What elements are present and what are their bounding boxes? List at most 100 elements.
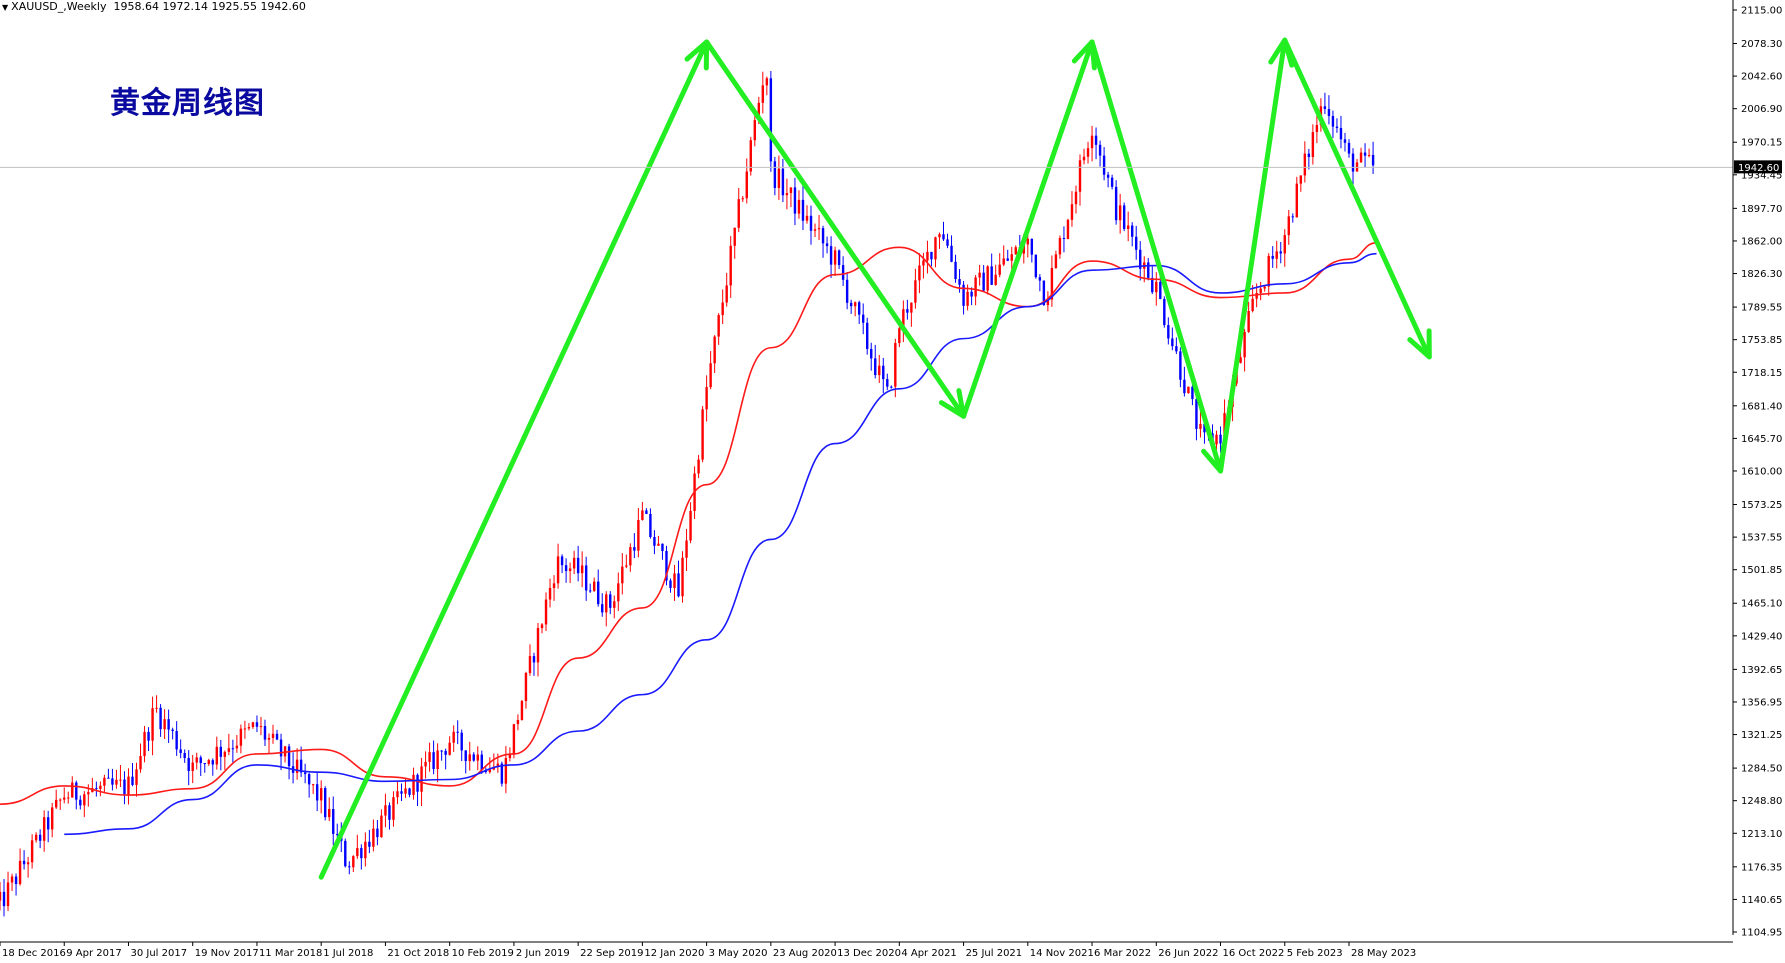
candle-body xyxy=(247,727,251,729)
candle-body xyxy=(512,724,516,755)
candle-body xyxy=(432,752,435,770)
candle-body xyxy=(1291,216,1294,218)
candle-body xyxy=(211,760,214,765)
candle-body xyxy=(1179,351,1182,380)
candle-body xyxy=(825,243,829,247)
candle-body xyxy=(6,882,10,907)
x-tick-label: 14 Nov 2021 xyxy=(1030,948,1094,959)
x-tick-label: 10 Feb 2019 xyxy=(452,948,514,959)
candle-body xyxy=(829,246,833,265)
candle-body xyxy=(886,379,889,387)
candle-body xyxy=(966,291,969,306)
candle-body xyxy=(717,315,720,337)
x-tick-label: 23 Aug 2020 xyxy=(773,948,837,959)
candle-body xyxy=(697,459,700,474)
candle-body xyxy=(2,891,6,907)
x-tick-label: 25 Jul 2021 xyxy=(966,948,1023,959)
candle-body xyxy=(605,594,608,613)
candle-body xyxy=(1199,423,1202,429)
candle-body xyxy=(713,336,716,364)
candle-body xyxy=(516,719,520,725)
x-tick-label: 5 Feb 2023 xyxy=(1287,948,1343,959)
candle-body xyxy=(1195,399,1198,429)
y-tick-label: 1392.65 xyxy=(1741,665,1782,676)
candle-body xyxy=(123,779,126,795)
candle-body xyxy=(99,785,102,790)
candle-body xyxy=(267,737,271,740)
x-tick-label: 22 Sep 2019 xyxy=(580,948,643,959)
candle-body xyxy=(1327,109,1331,117)
candle-body xyxy=(1014,247,1017,255)
candle-body xyxy=(400,791,403,794)
y-tick-label: 2006.90 xyxy=(1741,104,1782,115)
x-tick-label: 28 May 2023 xyxy=(1351,948,1416,959)
candle-body xyxy=(59,799,62,801)
candle-body xyxy=(753,120,757,141)
x-tick-label: 13 Dec 2020 xyxy=(837,948,901,959)
candle-body xyxy=(576,557,580,574)
candle-body xyxy=(922,260,925,266)
y-tick-label: 2078.30 xyxy=(1741,39,1782,50)
candle-body xyxy=(781,168,785,196)
candle-body xyxy=(701,409,704,460)
candle-body xyxy=(376,828,379,838)
candle-body xyxy=(1167,325,1170,339)
candle-body xyxy=(1094,135,1098,145)
candle-body xyxy=(866,322,869,349)
candle-body xyxy=(930,251,933,260)
price-chart[interactable]: 2115.002078.302042.602006.901970.151934.… xyxy=(0,0,1785,963)
candle-body xyxy=(520,701,524,720)
candle-body xyxy=(348,866,351,868)
candle-body xyxy=(424,761,427,767)
y-tick-label: 1501.85 xyxy=(1741,565,1782,576)
candle-body xyxy=(243,728,247,730)
candle-body xyxy=(1271,255,1274,259)
candle-body xyxy=(1171,338,1174,347)
candle-body xyxy=(1102,155,1106,175)
candle-body xyxy=(67,797,70,799)
candle-body xyxy=(677,573,680,597)
candle-body xyxy=(131,776,134,785)
candle-body xyxy=(1367,154,1371,156)
x-tick-label: 18 Dec 2016 xyxy=(2,948,66,959)
candle-body xyxy=(990,266,993,285)
candle-body xyxy=(1155,281,1158,293)
candle-body xyxy=(637,519,640,551)
candle-body xyxy=(1106,174,1110,178)
candle-body xyxy=(749,140,752,172)
candle-body xyxy=(183,753,186,759)
candle-body xyxy=(368,841,371,847)
moving-averages-layer xyxy=(0,241,1377,836)
candle-body xyxy=(845,279,849,303)
candle-body xyxy=(18,860,22,884)
trend-arrow-line xyxy=(1089,39,1224,474)
candle-body xyxy=(625,565,628,567)
candle-body xyxy=(259,726,263,728)
candle-body xyxy=(661,543,664,552)
candle-body xyxy=(649,513,652,538)
candle-body xyxy=(709,363,712,388)
candle-body xyxy=(456,731,459,733)
candle-body xyxy=(540,624,544,629)
candle-body xyxy=(63,797,66,800)
candle-body xyxy=(163,719,166,730)
candle-body xyxy=(673,573,676,588)
candle-body xyxy=(1315,124,1319,133)
candle-body xyxy=(769,78,773,162)
candle-body xyxy=(926,251,929,261)
candle-body xyxy=(380,815,383,838)
candle-body xyxy=(1279,251,1282,254)
candle-body xyxy=(592,581,596,591)
candle-body xyxy=(1110,177,1114,187)
candle-body xyxy=(1118,205,1122,221)
candle-body xyxy=(1135,236,1138,250)
candle-body xyxy=(1066,219,1070,239)
candle-body xyxy=(1082,156,1086,161)
candle-body xyxy=(1283,235,1286,254)
candle-body xyxy=(1114,186,1118,221)
candle-body xyxy=(837,250,841,266)
candle-body xyxy=(1247,310,1250,332)
y-tick-label: 1970.15 xyxy=(1741,138,1782,149)
candle-body xyxy=(681,557,684,597)
candle-body xyxy=(1311,132,1315,157)
